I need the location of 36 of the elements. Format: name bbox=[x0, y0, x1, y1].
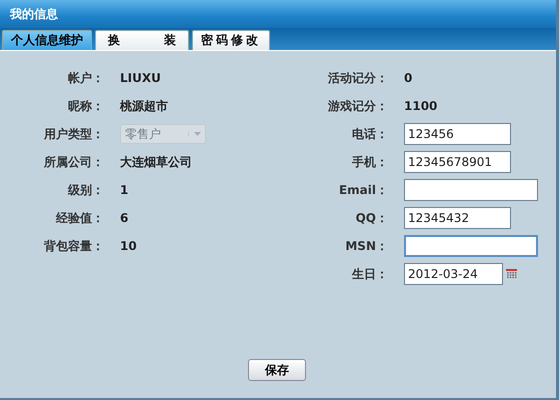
window-title: 我的信息 bbox=[10, 6, 58, 22]
field-value: 1100 bbox=[404, 99, 438, 113]
field-value: 桃源超市 bbox=[120, 98, 168, 114]
field-label: Email： bbox=[338, 182, 388, 198]
calendar-icon[interactable] bbox=[506, 269, 517, 279]
field-label: 帐户： bbox=[67, 70, 104, 86]
field-value: 6 bbox=[120, 211, 128, 225]
input-field[interactable] bbox=[404, 235, 538, 257]
input-field[interactable]: 12345678901 bbox=[404, 151, 511, 173]
input-field[interactable]: 123456 bbox=[404, 123, 511, 145]
tab[interactable]: 密码修改 bbox=[192, 30, 270, 50]
field-label: 用户类型： bbox=[43, 126, 104, 142]
tab[interactable]: 个人信息维护 bbox=[2, 30, 92, 50]
field-label: 电话： bbox=[351, 126, 388, 142]
field-label: 生日： bbox=[350, 266, 388, 282]
field-label: 所属公司： bbox=[43, 154, 104, 170]
tab[interactable]: 换 装 bbox=[95, 30, 190, 50]
field-value: 10 bbox=[120, 239, 137, 253]
field-label: 活动记分： bbox=[327, 70, 388, 86]
field-value: 0 bbox=[404, 71, 412, 85]
field-label: MSN： bbox=[344, 238, 388, 254]
field-value: 大连烟草公司 bbox=[120, 154, 192, 170]
input-field[interactable]: 12345432 bbox=[404, 207, 511, 229]
field-label: QQ： bbox=[354, 210, 388, 226]
field-label: 背包容量： bbox=[42, 238, 104, 254]
field-label: 手机： bbox=[351, 154, 388, 170]
input-field[interactable] bbox=[404, 179, 538, 201]
date-field[interactable]: 2012-03-24 bbox=[404, 263, 503, 285]
field-value: 1 bbox=[120, 183, 128, 197]
field-label: 昵称： bbox=[67, 98, 104, 114]
field-label: 游戏记分： bbox=[327, 98, 388, 114]
field-label: 经验值： bbox=[54, 210, 104, 226]
field-value: LIUXU bbox=[120, 71, 161, 85]
field-label: 级别： bbox=[66, 182, 104, 198]
save-button[interactable]: 保存 bbox=[248, 359, 306, 381]
caret-icon bbox=[188, 132, 201, 136]
